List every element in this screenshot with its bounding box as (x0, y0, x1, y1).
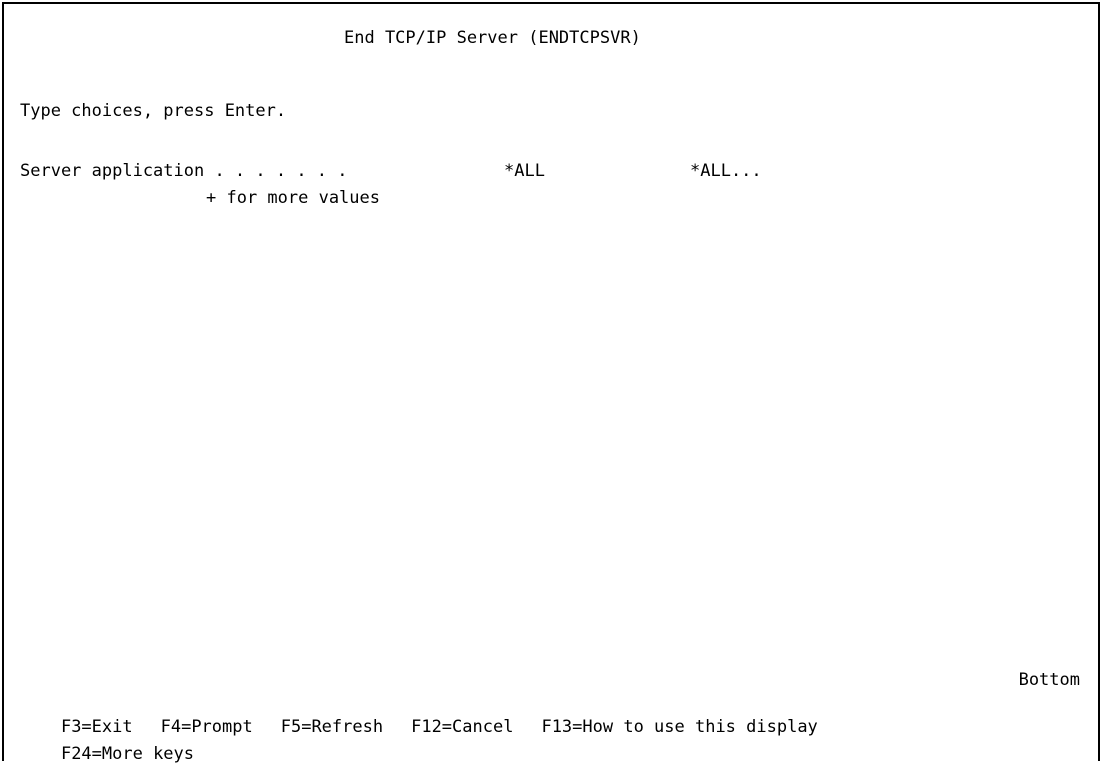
f13-help-key[interactable]: F13=How to use this display (541, 717, 817, 737)
f12-cancel-key[interactable]: F12=Cancel (411, 717, 513, 737)
position-indicator: Bottom (1018, 670, 1080, 690)
server-application-input[interactable]: *ALL (504, 161, 545, 181)
terminal-screen: End TCP/IP Server (ENDTCPSVR) Type choic… (2, 2, 1100, 764)
instruction-text: Type choices, press Enter. (20, 101, 287, 121)
server-application-label: Server application . . . . . . . (20, 161, 348, 181)
f24-more-keys[interactable]: F24=More keys (61, 744, 194, 764)
more-values-hint[interactable]: + for more values (206, 188, 380, 208)
screen-title: End TCP/IP Server (ENDTCPSVR) (344, 28, 641, 48)
f5-refresh-key[interactable]: F5=Refresh (281, 717, 383, 737)
function-key-bar-2: F24=More keys (20, 724, 222, 784)
allowed-values-hint: *ALL... (690, 161, 762, 181)
